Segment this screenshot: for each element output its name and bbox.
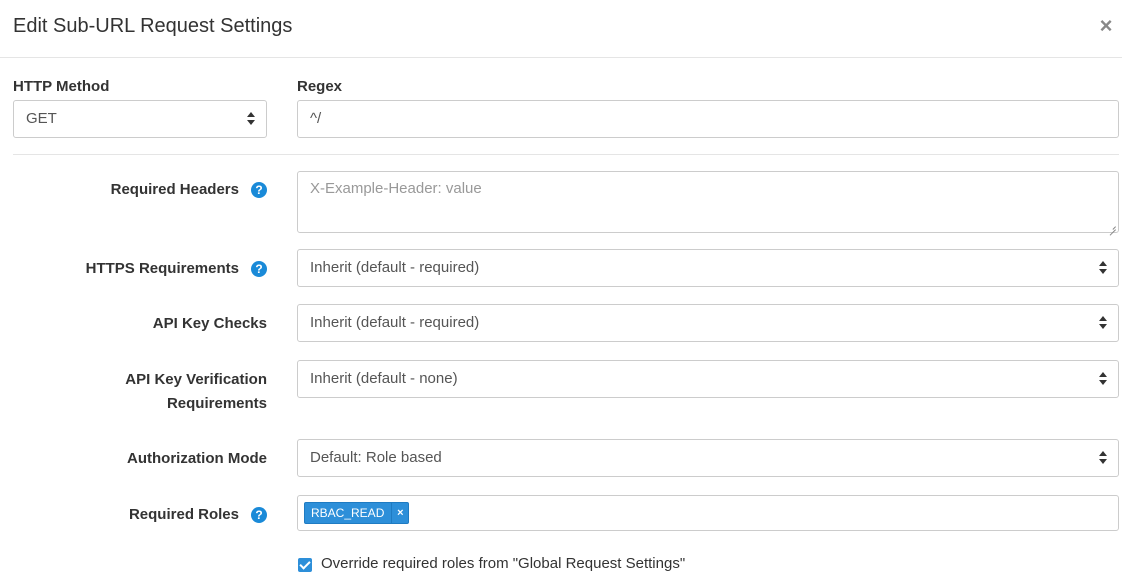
- required-headers-label: Required Headers: [110, 181, 239, 198]
- required-roles-tag-input[interactable]: RBAC_READ ×: [297, 495, 1119, 531]
- https-requirements-value: Inherit (default - required): [310, 259, 480, 276]
- question-circle-icon[interactable]: ?: [251, 261, 267, 277]
- authorization-mode-label: Authorization Mode: [127, 450, 267, 467]
- required-headers-textarea[interactable]: X-Example-Header: value: [297, 171, 1119, 233]
- role-tag-label: RBAC_READ: [311, 506, 385, 520]
- regex-value: ^/: [310, 110, 322, 127]
- required-headers-placeholder: X-Example-Header: value: [310, 180, 482, 197]
- regex-input[interactable]: ^/: [297, 100, 1119, 138]
- select-arrows-icon: [1099, 261, 1107, 275]
- api-key-checks-value: Inherit (default - required): [310, 314, 480, 331]
- api-key-verification-label-line2: Requirements: [166, 395, 267, 412]
- api-key-checks-select[interactable]: Inherit (default - required): [297, 304, 1119, 342]
- authorization-mode-select[interactable]: Default: Role based: [297, 439, 1119, 477]
- api-key-verification-select[interactable]: Inherit (default - none): [297, 360, 1119, 398]
- tag-remove-icon[interactable]: ×: [391, 503, 408, 523]
- http-method-value: GET: [26, 110, 57, 127]
- select-arrows-icon: [247, 112, 255, 126]
- select-arrows-icon: [1099, 451, 1107, 465]
- required-roles-label: Required Roles: [128, 506, 239, 523]
- override-roles-label[interactable]: Override required roles from "Global Req…: [321, 555, 685, 572]
- modal-title: Edit Sub-URL Request Settings: [13, 15, 293, 37]
- override-roles-checkbox[interactable]: [298, 558, 312, 572]
- api-key-verification-label-line1: API Key Verification: [125, 371, 267, 388]
- question-circle-icon[interactable]: ?: [251, 507, 267, 523]
- https-requirements-select[interactable]: Inherit (default - required): [297, 249, 1119, 287]
- section-divider: [13, 154, 1119, 155]
- close-icon[interactable]: ×: [1096, 14, 1116, 38]
- http-method-select[interactable]: GET: [13, 100, 267, 138]
- api-key-verification-value: Inherit (default - none): [310, 370, 458, 387]
- authorization-mode-value: Default: Role based: [310, 449, 442, 466]
- regex-label: Regex: [297, 78, 343, 95]
- select-arrows-icon: [1099, 372, 1107, 386]
- resize-grip-icon[interactable]: [1108, 222, 1116, 230]
- https-requirements-label: HTTPS Requirements: [85, 260, 239, 277]
- role-tag: RBAC_READ ×: [304, 502, 410, 524]
- api-key-checks-label: API Key Checks: [152, 315, 267, 332]
- http-method-label: HTTP Method: [13, 78, 110, 95]
- question-circle-icon[interactable]: ?: [251, 182, 267, 198]
- modal-header: Edit Sub-URL Request Settings ×: [0, 0, 1122, 58]
- select-arrows-icon: [1099, 316, 1107, 330]
